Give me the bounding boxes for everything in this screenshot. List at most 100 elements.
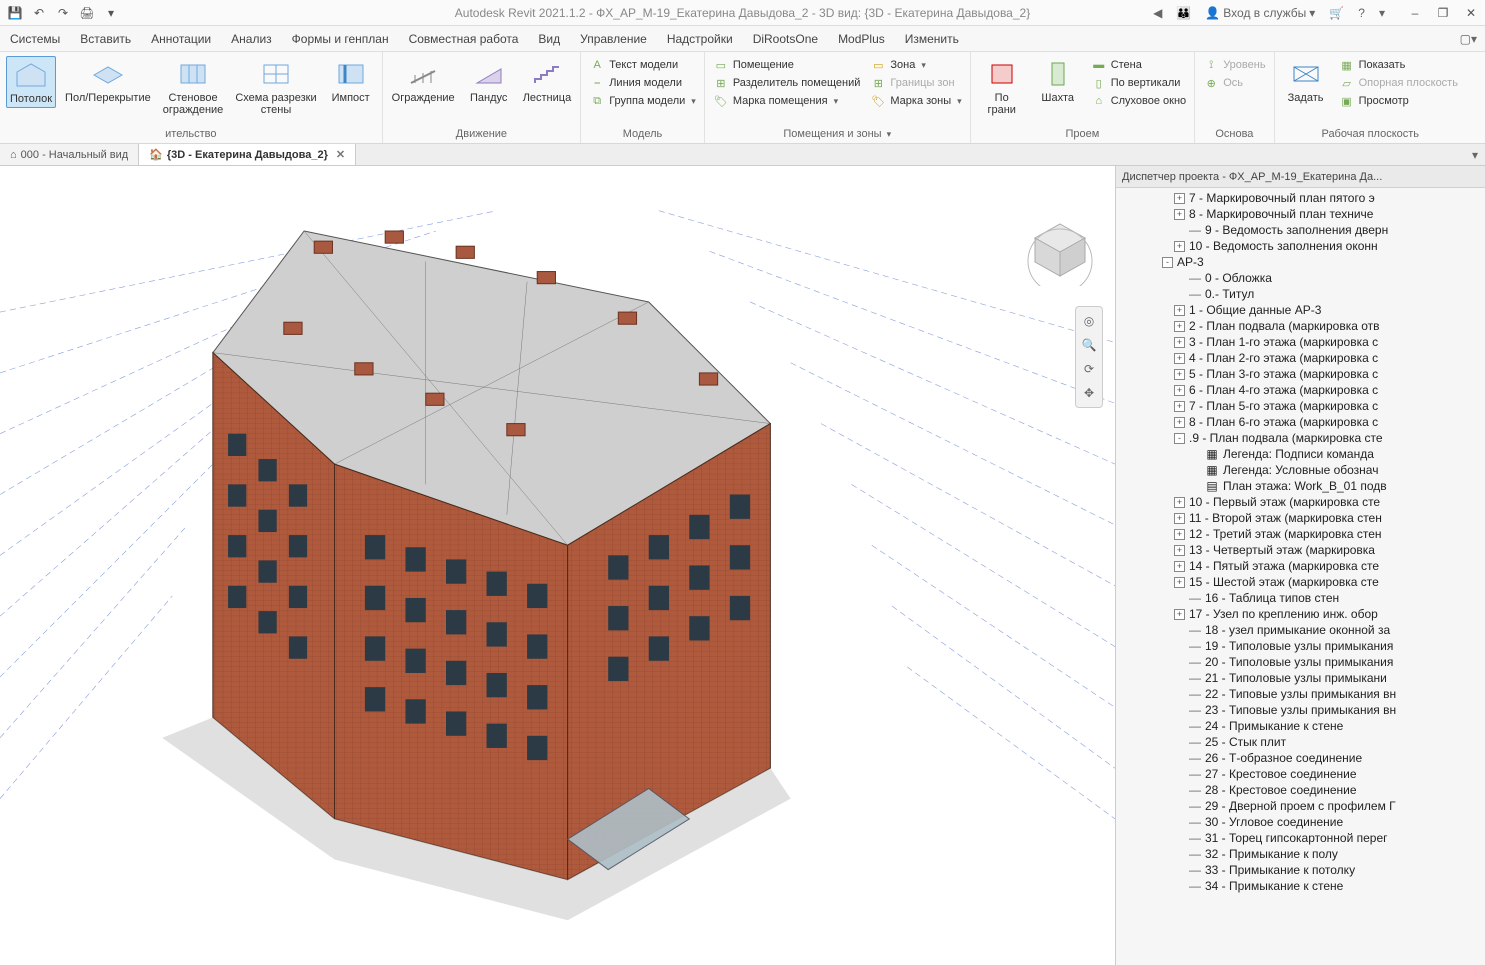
tab-analyze[interactable]: Анализ — [221, 26, 282, 51]
expand-toggle[interactable]: + — [1174, 497, 1185, 508]
tree-item[interactable]: +6 - План 4-го этажа (маркировка с — [1116, 382, 1485, 398]
tree-item[interactable]: —27 - Крестовое соединение — [1116, 766, 1485, 782]
tab-massing[interactable]: Формы и генплан — [282, 26, 399, 51]
viewer-button[interactable]: ▣Просмотр — [1337, 92, 1460, 110]
model-line-button[interactable]: ⎯Линия модели — [587, 74, 698, 92]
tab-modify[interactable]: Изменить — [895, 26, 969, 51]
3d-canvas[interactable]: ◎ 🔍 ⟳ ✥ — [0, 166, 1115, 965]
keyword-icon[interactable]: ◀ — [1149, 4, 1166, 22]
close-tab-icon[interactable]: ✕ — [336, 148, 345, 161]
tree-item[interactable]: —9 - Ведомость заполнения дверн — [1116, 222, 1485, 238]
exchange-icon[interactable]: 🛒 — [1325, 4, 1348, 22]
qat-undo-icon[interactable]: ↶ — [28, 3, 50, 23]
tree-item[interactable]: —18 - узел примыкание оконной за — [1116, 622, 1485, 638]
tree-item[interactable]: —21 - Типоловые узлы примыкани — [1116, 670, 1485, 686]
expand-toggle[interactable]: + — [1174, 417, 1185, 428]
room-button[interactable]: ▭Помещение — [711, 56, 863, 74]
viewcube[interactable] — [1025, 216, 1095, 286]
tree-item[interactable]: +4 - План 2-го этажа (маркировка с — [1116, 350, 1485, 366]
viewtabs-dropdown[interactable]: ▾ — [1465, 144, 1485, 165]
tab-addins[interactable]: Надстройки — [657, 26, 743, 51]
wall-opening-button[interactable]: ▬Стена — [1089, 56, 1189, 74]
expand-toggle[interactable]: + — [1174, 193, 1185, 204]
expand-toggle[interactable]: + — [1174, 305, 1185, 316]
tab-systems[interactable]: Системы — [0, 26, 70, 51]
chevron-down-icon[interactable]: ▾ — [1375, 4, 1389, 22]
tree-item[interactable]: —33 - Примыкание к потолку — [1116, 862, 1485, 878]
minimize-button[interactable]: – — [1405, 6, 1425, 20]
tree-item[interactable]: —28 - Крестовое соединение — [1116, 782, 1485, 798]
tree-item[interactable]: +8 - План 6-го этажа (маркировка с — [1116, 414, 1485, 430]
tree-item[interactable]: —19 - Типоловые узлы примыкания — [1116, 638, 1485, 654]
railing-button[interactable]: Ограждение — [389, 56, 458, 106]
expand-toggle[interactable]: + — [1174, 609, 1185, 620]
by-face-button[interactable]: По грани — [977, 56, 1027, 118]
tree-item[interactable]: —30 - Угловое соединение — [1116, 814, 1485, 830]
tree-item[interactable]: +10 - Первый этаж (маркировка сте — [1116, 494, 1485, 510]
ceiling-button[interactable]: Потолок — [6, 56, 56, 108]
model-group-button[interactable]: ⧉Группа модели▾ — [587, 92, 698, 110]
tree-item[interactable]: —32 - Примыкание к полу — [1116, 846, 1485, 862]
tree-item[interactable]: —25 - Стык плит — [1116, 734, 1485, 750]
ramp-button[interactable]: Пандус — [464, 56, 514, 106]
expand-toggle[interactable]: + — [1174, 369, 1185, 380]
show-button[interactable]: ▦Показать — [1337, 56, 1460, 74]
tree-item[interactable]: +11 - Второй этаж (маркировка стен — [1116, 510, 1485, 526]
project-browser-title[interactable]: Диспетчер проекта - ФX_АР_М-19_Екатерина… — [1116, 166, 1485, 188]
tree-item[interactable]: —22 - Типовые узлы примыкания вн — [1116, 686, 1485, 702]
restore-button[interactable]: ❐ — [1433, 6, 1453, 20]
tree-item[interactable]: +14 - Пятый этажа (маркировка сте — [1116, 558, 1485, 574]
curtain-wall-button[interactable]: Стеновое ограждение — [160, 56, 227, 118]
expand-toggle[interactable]: + — [1174, 401, 1185, 412]
tree-item[interactable]: ▦Легенда: Подписи команда — [1116, 446, 1485, 462]
dormer-button[interactable]: ⌂Слуховое окно — [1089, 92, 1189, 110]
tab-diroots[interactable]: DiRootsOne — [743, 26, 828, 51]
tab-modplus[interactable]: ModPlus — [828, 26, 895, 51]
close-button[interactable]: ✕ — [1461, 6, 1481, 20]
tree-item[interactable]: —0 - Обложка — [1116, 270, 1485, 286]
expand-toggle[interactable]: + — [1174, 209, 1185, 220]
qat-save-icon[interactable]: 💾 — [4, 3, 26, 23]
mullion-button[interactable]: Импост — [326, 56, 376, 106]
tree-item[interactable]: +10 - Ведомость заполнения оконн — [1116, 238, 1485, 254]
viewtab-starting[interactable]: ⌂ 000 - Начальный вид — [0, 144, 139, 165]
tab-annotate[interactable]: Аннотации — [141, 26, 221, 51]
expand-toggle[interactable]: - — [1174, 433, 1185, 444]
expand-toggle[interactable]: + — [1174, 321, 1185, 332]
set-button[interactable]: Задать — [1281, 56, 1331, 106]
qat-redo-icon[interactable]: ↷ — [52, 3, 74, 23]
help-icon[interactable]: ? — [1354, 4, 1369, 22]
tree-item[interactable]: —16 - Таблица типов стен — [1116, 590, 1485, 606]
model-text-button[interactable]: AТекст модели — [587, 56, 698, 74]
tree-item[interactable]: —26 - Т-образное соединение — [1116, 750, 1485, 766]
tree-item[interactable]: +12 - Третий этаж (маркировка стен — [1116, 526, 1485, 542]
tree-item[interactable]: +7 - План 5-го этажа (маркировка с — [1116, 398, 1485, 414]
area-tag-button[interactable]: 🏷Марка зоны▾ — [868, 92, 963, 110]
expand-toggle[interactable]: + — [1174, 529, 1185, 540]
expand-toggle[interactable]: + — [1174, 561, 1185, 572]
area-button[interactable]: ▭Зона▾ — [868, 56, 963, 74]
tree-item[interactable]: —24 - Примыкание к стене — [1116, 718, 1485, 734]
tree-item[interactable]: +17 - Узел по креплению инж. обор — [1116, 606, 1485, 622]
qat-print-icon[interactable]: 🖨 — [76, 3, 98, 23]
tree-item[interactable]: —0.- Титул — [1116, 286, 1485, 302]
expand-toggle[interactable]: - — [1162, 257, 1173, 268]
ribbon-hide-icon[interactable]: ▢▾ — [1460, 32, 1477, 46]
tree-item[interactable]: +13 - Четвертый этаж (маркировка — [1116, 542, 1485, 558]
tree-item[interactable]: +8 - Маркировочный план техниче — [1116, 206, 1485, 222]
shaft-button[interactable]: Шахта — [1033, 56, 1083, 106]
curtain-grid-button[interactable]: Схема разрезки стены — [232, 56, 319, 118]
tree-item[interactable]: +5 - План 3-го этажа (маркировка с — [1116, 366, 1485, 382]
expand-toggle[interactable]: + — [1174, 577, 1185, 588]
expand-toggle[interactable]: + — [1174, 545, 1185, 556]
tree-item[interactable]: -АР-3 — [1116, 254, 1485, 270]
search-icon-small[interactable]: 👪 — [1172, 4, 1195, 22]
tab-insert[interactable]: Вставить — [70, 26, 141, 51]
tree-item[interactable]: —31 - Торец гипсокартонной перег — [1116, 830, 1485, 846]
signin-button[interactable]: 👤 Вход в службы ▾ — [1201, 4, 1319, 22]
tree-item[interactable]: +7 - Маркировочный план пятого э — [1116, 190, 1485, 206]
tree-item[interactable]: ▦Легенда: Условные обознач — [1116, 462, 1485, 478]
tree-item[interactable]: +15 - Шестой этаж (маркировка сте — [1116, 574, 1485, 590]
qat-dropdown-icon[interactable]: ▾ — [100, 3, 122, 23]
tree-item[interactable]: —34 - Примыкание к стене — [1116, 878, 1485, 894]
